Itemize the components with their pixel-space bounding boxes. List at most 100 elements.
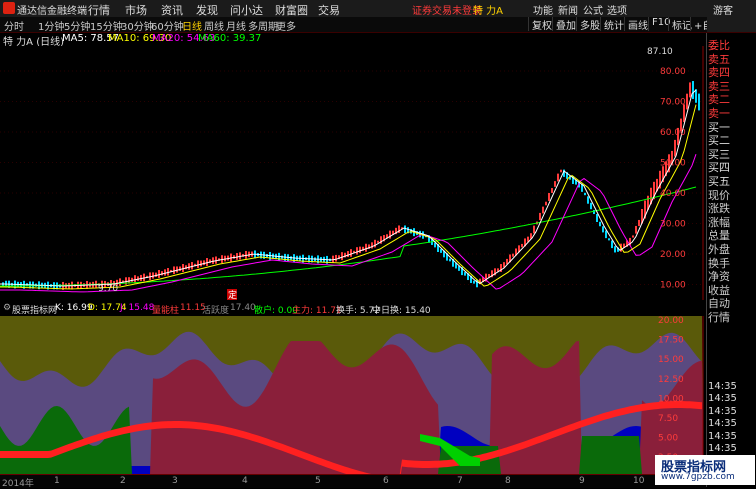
candle bbox=[539, 212, 541, 221]
candle bbox=[689, 82, 691, 98]
app-logo-icon bbox=[3, 2, 15, 14]
kline-chart[interactable]: 80.00 70.00 60.00 50.00 40.00 30.00 20.00 10.00… bbox=[0, 46, 706, 300]
menu-item-market[interactable]: 市场 bbox=[125, 2, 147, 18]
menu-item-formula[interactable]: 公式 bbox=[583, 2, 603, 17]
menu-item-options[interactable]: 选项 bbox=[607, 2, 627, 17]
candle bbox=[161, 271, 163, 276]
period-toolbar: 分时 1分钟 5分钟 15分钟 30分钟 60分钟 日线 周线 月线 多周期 更… bbox=[0, 17, 756, 33]
tick-time: 14:35 bbox=[708, 418, 737, 430]
indicator-axis-label: 7.50 bbox=[658, 414, 678, 424]
menu-item-trade[interactable]: 交易 bbox=[318, 2, 340, 18]
indicator-axis-label: 15.00 bbox=[658, 355, 684, 365]
draw-button[interactable]: 画线 bbox=[624, 17, 648, 32]
date-axis-month: 5 bbox=[315, 476, 321, 486]
candle bbox=[203, 260, 205, 266]
candle bbox=[440, 249, 442, 253]
period-weekly[interactable]: 周线 bbox=[204, 18, 224, 33]
candle bbox=[596, 214, 598, 222]
multi-stock-button[interactable]: 多股 bbox=[576, 17, 600, 32]
candle bbox=[341, 252, 343, 261]
k-value: K: 16.99 bbox=[55, 303, 93, 313]
price-axis-label: 70.00 bbox=[660, 98, 686, 108]
candle bbox=[179, 266, 181, 272]
tick-time: 14:35 bbox=[708, 443, 737, 454]
candle bbox=[347, 251, 349, 258]
date-axis-month: 8 bbox=[505, 476, 511, 486]
indicator-gear-icon[interactable]: ⚙ bbox=[3, 303, 11, 313]
stats-button[interactable]: 统计 bbox=[600, 17, 624, 32]
marker-label: 定 bbox=[228, 289, 237, 300]
candle bbox=[212, 257, 214, 264]
candle bbox=[176, 266, 178, 273]
app-title: 通达信金融终端 bbox=[17, 6, 87, 17]
candle bbox=[374, 239, 376, 248]
period-15min[interactable]: 15分钟 bbox=[90, 18, 123, 33]
candle bbox=[404, 225, 406, 234]
menu-item-function[interactable]: 功能 bbox=[533, 2, 553, 17]
candle bbox=[167, 268, 169, 276]
date-axis-year: 2014年 bbox=[2, 479, 34, 489]
date-axis-month: 2 bbox=[120, 476, 126, 486]
menu-item-news[interactable]: 资讯 bbox=[161, 2, 183, 18]
period-30min[interactable]: 30分钟 bbox=[121, 18, 154, 33]
indicator-info-bar: ⚙ 股票指标网 K: 16.99 D: 17.74 J: 15.48 量能柱 1… bbox=[0, 303, 706, 316]
candle bbox=[356, 247, 358, 255]
period-5min[interactable]: 5分钟 bbox=[64, 18, 90, 33]
candle bbox=[365, 243, 367, 252]
candle bbox=[584, 192, 586, 196]
period-tick[interactable]: 分时 bbox=[4, 18, 24, 33]
period-monthly[interactable]: 月线 bbox=[226, 18, 246, 33]
tick-time: 14:35 bbox=[708, 430, 737, 442]
menu-item-wealth[interactable]: 财富圈 bbox=[275, 2, 308, 18]
candle bbox=[638, 219, 640, 227]
menu-item-discover[interactable]: 发现 bbox=[196, 2, 218, 18]
candle bbox=[698, 93, 700, 111]
day-turnover-value: 中日换: 15.40 bbox=[372, 306, 431, 316]
menu-item-ask[interactable]: 问小达 bbox=[230, 2, 263, 18]
candle bbox=[542, 206, 544, 214]
activity-label: 活跃度 bbox=[202, 306, 230, 316]
candle bbox=[449, 258, 451, 262]
candle bbox=[359, 246, 361, 254]
price-axis-label: 50.00 bbox=[660, 159, 686, 169]
candle bbox=[557, 173, 559, 182]
quote-field-label[interactable]: 行情 bbox=[708, 309, 730, 325]
indicator-axis-label: 20.00 bbox=[658, 316, 684, 326]
candle bbox=[548, 193, 550, 201]
guest-label[interactable]: 游客 bbox=[713, 2, 733, 17]
candle bbox=[377, 240, 379, 243]
candle bbox=[545, 201, 547, 206]
period-more[interactable]: 更多 bbox=[276, 18, 296, 33]
indicator-axis-label: 17.50 bbox=[658, 336, 684, 346]
period-60min[interactable]: 60分钟 bbox=[151, 18, 184, 33]
menu-item-news2[interactable]: 新闻 bbox=[558, 2, 578, 17]
main-force-value: 主力: 11.71 bbox=[292, 306, 342, 316]
period-daily[interactable]: 日线 bbox=[182, 18, 202, 33]
mark-button[interactable]: 标记 bbox=[668, 17, 692, 32]
candle bbox=[605, 230, 607, 239]
candle bbox=[533, 225, 535, 234]
period-multi[interactable]: 多周期 bbox=[248, 18, 278, 33]
candle bbox=[473, 280, 475, 284]
menu-item-quotes[interactable]: 行情 bbox=[88, 2, 110, 18]
candle bbox=[614, 246, 616, 253]
period-1min[interactable]: 1分钟 bbox=[38, 18, 64, 33]
candle bbox=[512, 253, 514, 257]
candle bbox=[182, 264, 184, 272]
low-price-label: 9.70 bbox=[98, 284, 118, 294]
login-notice[interactable]: 证券交易未登录 bbox=[412, 2, 482, 17]
adjust-button[interactable]: 复权 bbox=[528, 17, 552, 32]
stock-label: 特 力A bbox=[473, 6, 504, 17]
date-axis-month: 1 bbox=[54, 476, 60, 486]
candle bbox=[200, 260, 202, 267]
date-axis-month: 9 bbox=[579, 476, 585, 486]
indicator-name[interactable]: 股票指标网 bbox=[12, 303, 57, 316]
overlay-button[interactable]: 叠加 bbox=[552, 17, 576, 32]
candle bbox=[560, 169, 562, 173]
candle bbox=[155, 272, 157, 277]
indicator-chart[interactable]: 20.0017.5015.0012.5010.007.505.002.50 bbox=[0, 316, 706, 474]
candle bbox=[335, 254, 337, 262]
candle bbox=[191, 262, 193, 270]
indicator-axis-label: 12.50 bbox=[658, 375, 684, 385]
candle bbox=[632, 235, 634, 238]
